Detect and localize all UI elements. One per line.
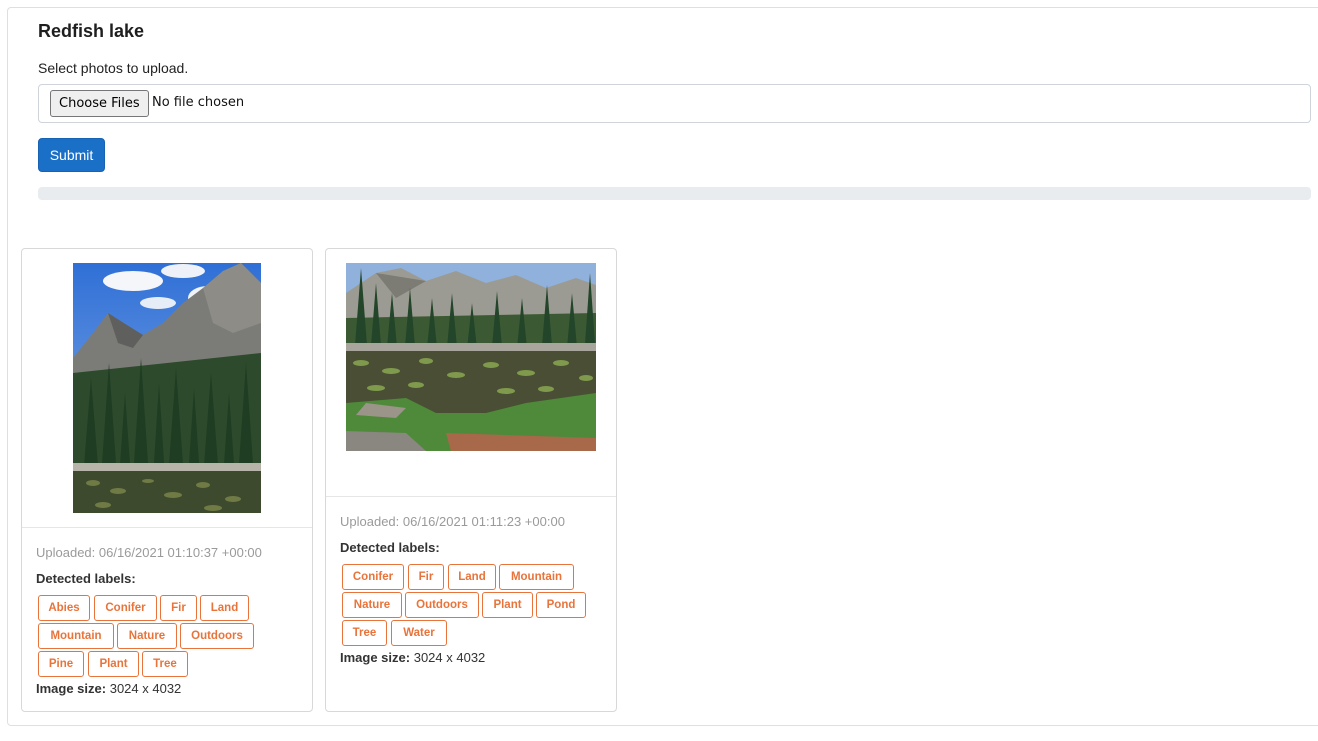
image-size: Image size: 3024 x 4032: [340, 650, 485, 665]
label-tag: Water: [391, 620, 447, 646]
label-tag: Outdoors: [405, 592, 479, 618]
label-tag: Land: [448, 564, 496, 590]
label-tag: Pond: [536, 592, 586, 618]
card-divider: [326, 496, 616, 497]
label-tag: Nature: [342, 592, 402, 618]
label-tag: Conifer: [342, 564, 404, 590]
label-tag: Land: [200, 595, 249, 621]
label-tag: Mountain: [38, 623, 114, 649]
submit-button[interactable]: Submit: [38, 138, 105, 172]
detected-labels-heading: Detected labels:: [36, 571, 136, 586]
image-size-value: 3024 x 4032: [109, 681, 182, 696]
photo-card: Uploaded: 06/16/2021 01:11:23 +00:00 Det…: [325, 248, 617, 712]
image-size-value: 3024 x 4032: [413, 650, 486, 665]
choose-files-button[interactable]: Choose Files: [50, 90, 149, 117]
upload-timestamp: Uploaded: 06/16/2021 01:11:23 +00:00: [340, 514, 565, 529]
file-status-text: No file chosen: [152, 95, 245, 110]
label-tag: Tree: [342, 620, 387, 646]
upload-instruction: Select photos to upload.: [38, 60, 189, 76]
label-tag: Fir: [160, 595, 197, 621]
label-list: Conifer Fir Land Mountain Nature Outdoor…: [341, 564, 611, 648]
label-tag: Fir: [408, 564, 444, 590]
photo-card: Uploaded: 06/16/2021 01:10:37 +00:00 Det…: [21, 248, 313, 712]
album-title: Redfish lake: [38, 21, 145, 41]
upload-progress-bar: [38, 187, 1311, 200]
detected-labels-heading: Detected labels:: [340, 540, 440, 555]
label-list: Abies Conifer Fir Land Mountain Nature O…: [37, 595, 307, 679]
label-tag: Mountain: [499, 564, 574, 590]
label-tag: Plant: [88, 651, 139, 677]
label-tag: Nature: [117, 623, 177, 649]
image-size-label: Image size:: [36, 681, 107, 696]
card-divider: [22, 527, 312, 528]
image-size-label: Image size:: [340, 650, 411, 665]
file-input-field[interactable]: Choose Files No file chosen: [38, 84, 1311, 123]
label-tag: Tree: [142, 651, 188, 677]
label-tag: Conifer: [94, 595, 157, 621]
photo-thumbnail[interactable]: [346, 263, 596, 451]
photo-thumbnail[interactable]: [73, 263, 261, 513]
label-tag: Outdoors: [180, 623, 254, 649]
upload-timestamp: Uploaded: 06/16/2021 01:10:37 +00:00: [36, 545, 262, 560]
label-tag: Pine: [38, 651, 84, 677]
label-tag: Plant: [482, 592, 533, 618]
label-tag: Abies: [38, 595, 90, 621]
image-size: Image size: 3024 x 4032: [36, 681, 181, 696]
